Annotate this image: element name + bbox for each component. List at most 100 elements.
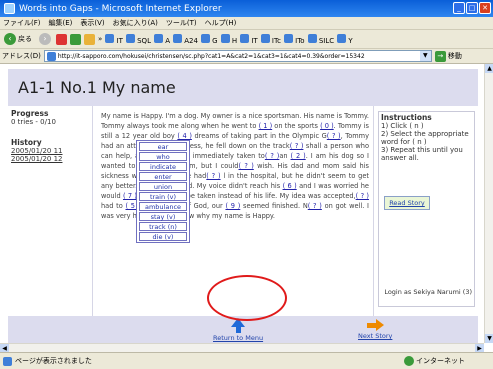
globe-icon (404, 356, 414, 366)
word-option[interactable]: stay (v) (139, 212, 187, 221)
scroll-up-icon[interactable]: ▲ (485, 64, 493, 73)
gap-link[interactable]: ( 6 ) (283, 182, 297, 190)
gap-link[interactable]: ( ? ) (290, 142, 304, 150)
back-button[interactable]: ‹ 戻る (2, 32, 34, 47)
minimize-button[interactable]: _ (453, 2, 465, 14)
link-icon (283, 33, 293, 43)
zone-label: インターネット (416, 357, 465, 365)
address-bar: アドレス(D) http://it-sapporo.com/hokusei/ch… (0, 49, 493, 64)
link-label: SILC (318, 36, 335, 45)
history-link[interactable]: 2005/01/20 12 (11, 155, 62, 163)
link-it2[interactable]: IT (240, 33, 258, 45)
word-option[interactable]: ambulance (139, 202, 187, 211)
link-icon (260, 33, 270, 43)
return-label: Return to Menu (213, 334, 264, 342)
link-ito[interactable]: ITo (283, 33, 305, 45)
window-titlebar: Words into Gaps - Microsoft Internet Exp… (0, 0, 493, 17)
instructions-box: Instructions 1) Click ( n ) 2) Select th… (378, 111, 475, 307)
vertical-scrollbar[interactable]: ▲ ▼ (484, 64, 493, 343)
story-segment: had to (101, 202, 126, 210)
next-story-link[interactable]: Next Story (358, 319, 392, 340)
forward-button[interactable]: › (37, 32, 53, 47)
menu-bar: ファイル(F) 編集(E) 表示(V) お気に入り(A) ツール(T) ヘルプ(… (0, 17, 493, 30)
link-it[interactable]: IT (105, 33, 123, 45)
story-segment: an (279, 152, 291, 160)
word-option[interactable]: enter (139, 172, 187, 181)
link-h[interactable]: H (220, 33, 237, 45)
maximize-button[interactable]: □ (466, 2, 478, 14)
link-sql[interactable]: SQL (125, 33, 151, 45)
word-option[interactable]: indicate (139, 162, 187, 171)
progress-value: 0 tries - 0/10 (11, 118, 56, 126)
link-a[interactable]: A (153, 33, 170, 45)
word-option[interactable]: train (v) (139, 192, 187, 201)
gap-link[interactable]: ( 1 ) (259, 122, 273, 130)
login-info: Login as Sekiya Narumi (3) (384, 288, 472, 296)
next-label: Next Story (358, 332, 393, 340)
menu-view[interactable]: 表示(V) (80, 18, 104, 28)
link-itc[interactable]: ITc (260, 33, 281, 45)
gap-link[interactable]: ( 4 ) (177, 132, 192, 140)
link-label: A (165, 36, 170, 45)
link-icon (153, 33, 163, 43)
word-option[interactable]: who (139, 152, 187, 161)
page-heading: A1-1 No.1 My name (8, 69, 478, 106)
scroll-down-icon[interactable]: ▼ (485, 334, 493, 343)
page-icon (46, 51, 56, 61)
history-link[interactable]: 2005/01/20 11 (11, 147, 62, 155)
link-silc[interactable]: SILC (307, 33, 335, 45)
address-label: アドレス(D) (2, 52, 41, 60)
stop-icon[interactable] (56, 33, 67, 45)
word-option[interactable]: die (v) (139, 232, 187, 241)
gap-link[interactable]: ( 7 ) (123, 192, 137, 200)
page-title: A1-1 No.1 My name (18, 78, 176, 97)
home-icon[interactable] (84, 33, 95, 45)
word-option[interactable]: ear (139, 142, 187, 151)
go-button[interactable]: → 移動 (434, 50, 462, 62)
gap-link[interactable]: ( ? ) (327, 132, 341, 140)
link-label: ITc (271, 36, 281, 45)
gap-link[interactable]: ( ? ) (356, 192, 369, 200)
gap-link[interactable]: ( ? ) (265, 152, 280, 160)
horizontal-scrollbar[interactable]: ◀ ▶ (0, 343, 484, 353)
menu-file[interactable]: ファイル(F) (3, 18, 41, 28)
gap-link[interactable]: ( 0 ) (320, 122, 334, 130)
link-label: SQL (137, 36, 151, 45)
history-section: History 2005/01/20 11 2005/01/20 12 (11, 139, 62, 164)
link-g[interactable]: G (200, 33, 218, 45)
word-option[interactable]: track (n) (139, 222, 187, 231)
menu-tools[interactable]: ツール(T) (166, 18, 197, 28)
word-option[interactable]: union (139, 182, 187, 191)
link-label: A24 (184, 36, 198, 45)
left-panel: Progress 0 tries - 0/10 History 2005/01/… (8, 106, 92, 316)
link-y[interactable]: Y (337, 33, 353, 45)
close-button[interactable]: ✕ (479, 2, 491, 14)
menu-edit[interactable]: 編集(E) (49, 18, 73, 28)
link-icon (200, 33, 210, 43)
status-text: ページが表示されました (15, 357, 92, 365)
gap-link[interactable]: ( 9 ) (225, 202, 240, 210)
chevron-icon[interactable]: » (98, 35, 102, 43)
instruction-step: 1) Click ( n ) (381, 122, 424, 130)
story-segment: seemed finished. N (240, 202, 308, 210)
gap-link[interactable]: ( 2 ) (291, 152, 306, 160)
instruction-step: 2) Select the appropriate word for ( n ) (381, 130, 469, 146)
address-input[interactable]: http://it-sapporo.com/hokusei/christense… (43, 50, 432, 62)
gap-link[interactable]: ( ? ) (308, 202, 322, 210)
address-url: http://it-sapporo.com/hokusei/christense… (57, 52, 365, 60)
menu-help[interactable]: ヘルプ(H) (205, 18, 237, 28)
menu-favorites[interactable]: お気に入り(A) (113, 18, 158, 28)
return-to-menu-link[interactable]: Return to Menu (213, 318, 263, 342)
refresh-icon[interactable] (70, 33, 81, 45)
progress-section: Progress 0 tries - 0/10 (11, 110, 56, 127)
link-a24[interactable]: A24 (173, 33, 198, 45)
link-icon (337, 33, 347, 43)
dropdown-icon[interactable]: ▼ (419, 51, 431, 61)
toolbar: ‹ 戻る › » IT SQL A A24 G H IT ITc ITo SIL… (0, 30, 493, 49)
gap-link[interactable]: ( ? ) (238, 162, 253, 170)
link-icon (307, 33, 317, 43)
read-story-button[interactable]: Read Story (384, 196, 430, 210)
instructions-title: Instructions (381, 113, 432, 122)
arrow-head (375, 319, 384, 331)
gap-link[interactable]: ( ? ) (206, 172, 220, 180)
